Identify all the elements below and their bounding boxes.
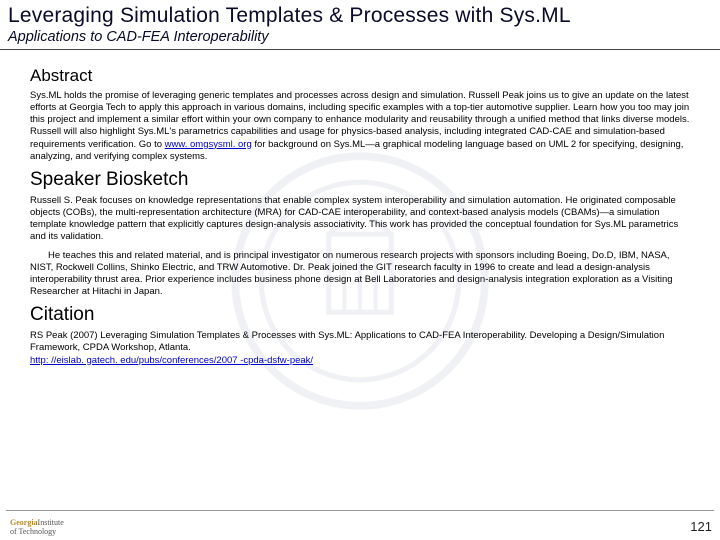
page-subtitle: Applications to CAD-FEA Interoperability — [8, 29, 712, 47]
citation-link[interactable]: http: //eislab. gatech. edu/pubs/confere… — [30, 355, 313, 366]
heading-citation: Citation — [30, 304, 690, 326]
abstract-text: Sys.ML holds the promise of leveraging g… — [30, 90, 690, 163]
abstract-link[interactable]: www. omgsysml. org — [165, 139, 252, 150]
content-area: Abstract Sys.ML holds the promise of lev… — [0, 50, 720, 367]
page-title: Leveraging Simulation Templates & Proces… — [8, 4, 712, 28]
bio-para1: Russell S. Peak focuses on knowledge rep… — [30, 195, 690, 244]
page-number: 121 — [690, 519, 712, 534]
gt-logo: GeorgiaInstitute of Technology — [10, 519, 64, 536]
slide: Leveraging Simulation Templates & Proces… — [0, 0, 720, 540]
footer-divider — [6, 510, 714, 511]
logo-line3: of Technology — [10, 527, 56, 536]
citation-body: RS Peak (2007) Leveraging Simulation Tem… — [30, 330, 664, 353]
footer: GeorgiaInstitute of Technology 121 — [0, 510, 720, 540]
citation-text: RS Peak (2007) Leveraging Simulation Tem… — [30, 330, 690, 366]
heading-abstract: Abstract — [30, 66, 690, 86]
bio-para2-text: He teaches this and related material, an… — [30, 250, 673, 297]
bio-para2: He teaches this and related material, an… — [30, 250, 690, 299]
heading-bio: Speaker Biosketch — [30, 169, 690, 191]
title-block: Leveraging Simulation Templates & Proces… — [0, 0, 720, 50]
